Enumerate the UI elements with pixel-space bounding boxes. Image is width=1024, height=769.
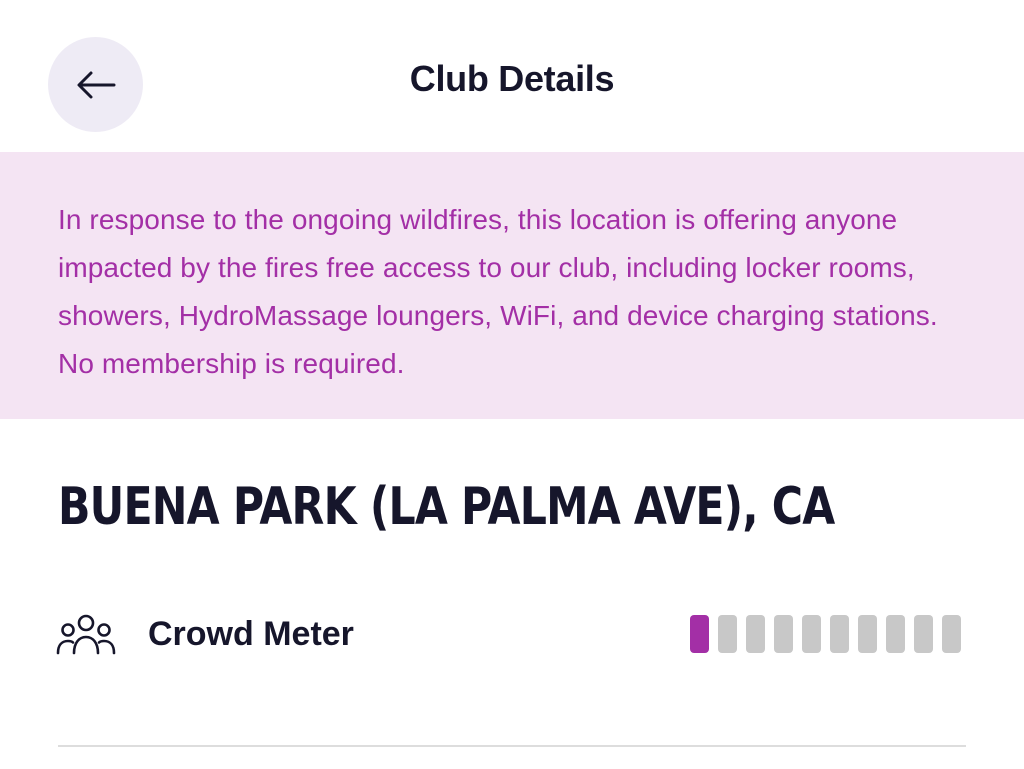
crowd-meter-segment <box>858 615 877 653</box>
crowd-meter-segment <box>830 615 849 653</box>
notice-text: In response to the ongoing wildfires, th… <box>58 204 938 379</box>
divider <box>58 745 966 747</box>
crowd-meter-segment <box>942 615 961 653</box>
header: Club Details <box>0 0 1024 152</box>
crowd-meter-label: Crowd Meter <box>148 615 354 653</box>
crowd-meter-segment <box>690 615 709 653</box>
wildfire-notice-banner: In response to the ongoing wildfires, th… <box>0 152 1024 419</box>
crowd-meter-segment <box>914 615 933 653</box>
crowd-meter-segment <box>886 615 905 653</box>
crowd-meter-segment <box>718 615 737 653</box>
people-group-icon <box>56 614 116 655</box>
page-title: Club Details <box>409 58 615 99</box>
crowd-meter-segment <box>774 615 793 653</box>
crowd-meter-row: Crowd Meter <box>0 595 1024 675</box>
crowd-meter-segment <box>746 615 765 653</box>
club-name: BUENA PARK (LA PALMA AVE), CA <box>58 477 835 537</box>
crowd-meter-segment <box>802 615 821 653</box>
crowd-meter-bar <box>690 615 961 653</box>
